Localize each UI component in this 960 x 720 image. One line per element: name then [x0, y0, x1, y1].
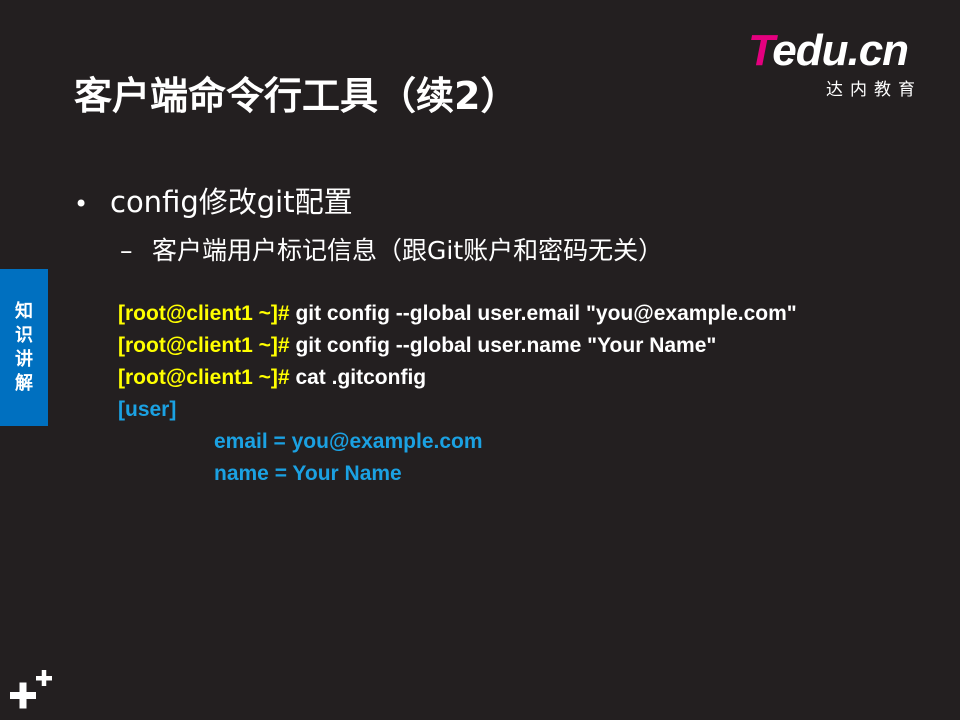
shell-command: cat .gitconfig: [295, 366, 427, 389]
logo-subtitle: 达内教育: [826, 80, 922, 100]
section-tab: 知识讲解: [0, 269, 48, 426]
bullet-level1: • config修改git配置: [74, 182, 353, 224]
logo-letter-t: T: [748, 26, 773, 75]
logo-wordmark: Tedu.cn: [748, 26, 909, 75]
output-section-header: [user]: [118, 398, 177, 421]
code-line: [root@client1 ~]# git config --global us…: [118, 330, 797, 362]
code-line: [root@client1 ~]# cat .gitconfig: [118, 362, 797, 394]
plus-plus-icon: [10, 670, 52, 709]
sub-bullet-marker: –: [120, 236, 133, 265]
shell-prompt: [root@client1 ~]#: [118, 334, 296, 357]
bullet-level2: – 客户端用户标记信息（跟Git账户和密码无关）: [120, 234, 663, 268]
shell-prompt: [root@client1 ~]#: [118, 302, 296, 325]
output-email-line: email = you@example.com: [214, 430, 483, 453]
bullet-text: config修改git配置: [110, 185, 353, 219]
shell-prompt: [root@client1 ~]#: [118, 366, 296, 389]
code-block: [root@client1 ~]# git config --global us…: [118, 298, 797, 490]
shell-command: git config --global user.email "you@exam…: [295, 302, 797, 325]
tedu-logo: Tedu.cn 达内教育: [748, 26, 938, 101]
code-line: [root@client1 ~]# git config --global us…: [118, 298, 797, 330]
shell-command: git config --global user.name "Your Name…: [295, 334, 717, 357]
sub-bullet-text: 客户端用户标记信息（跟Git账户和密码无关）: [152, 236, 664, 265]
logo-word-rest: edu.cn: [772, 26, 909, 75]
section-tab-label: 知识讲解: [15, 300, 33, 394]
output-name-line: name = Your Name: [214, 462, 402, 485]
page-title: 客户端命令行工具（续2）: [74, 74, 519, 118]
bullet-marker: •: [74, 190, 89, 218]
